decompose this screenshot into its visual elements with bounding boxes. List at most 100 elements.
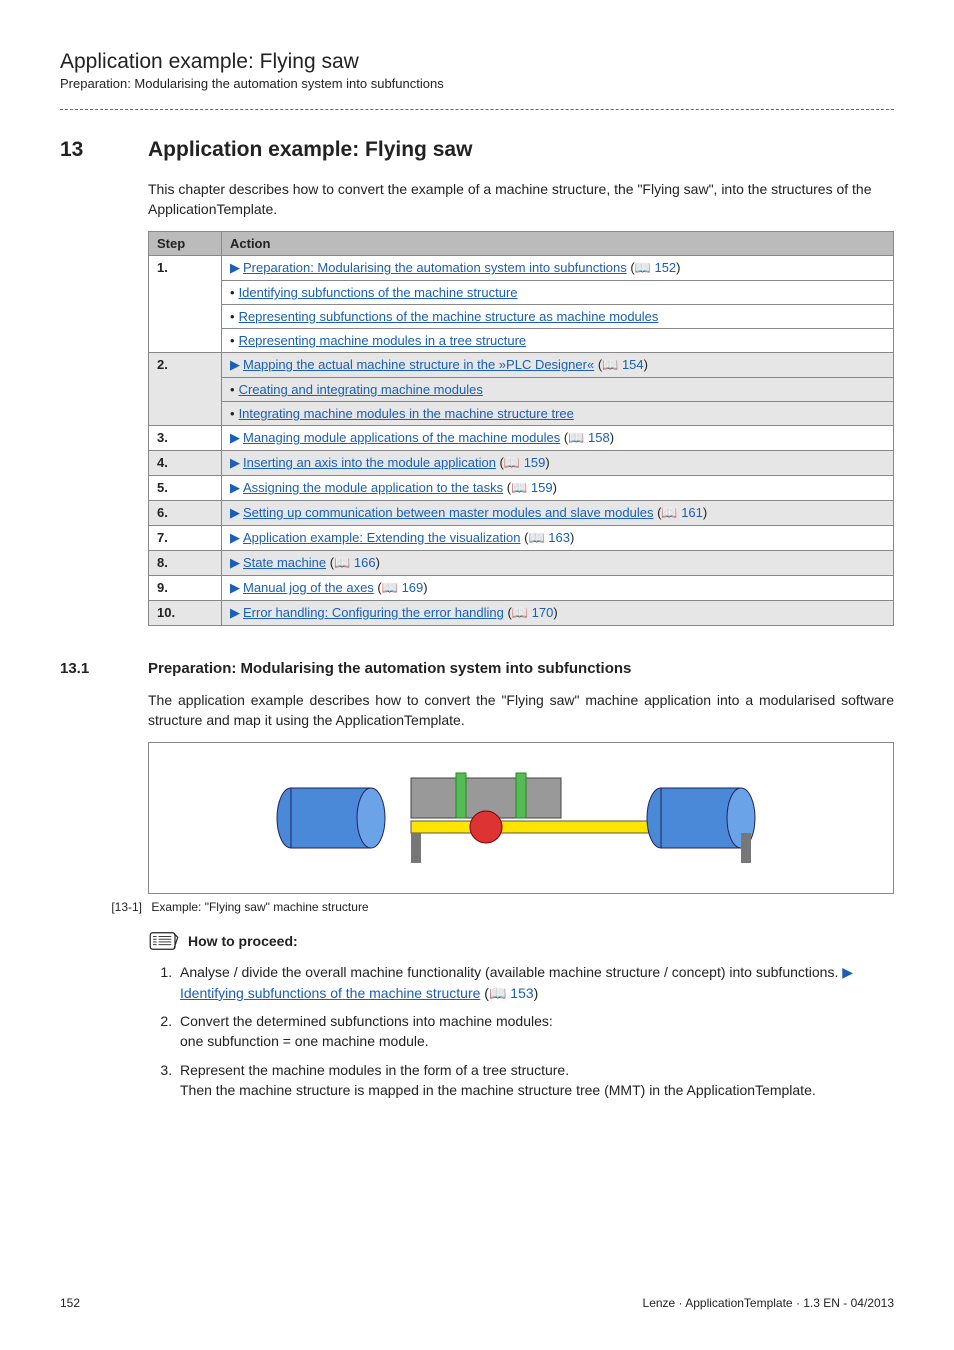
step-action: ▶Error handling: Configuring the error h… xyxy=(222,601,894,626)
triangle-icon: ▶ xyxy=(230,480,240,496)
step-number: 5. xyxy=(149,476,222,501)
figure-caption-text: Example: "Flying saw" machine structure xyxy=(151,900,368,914)
step-action: ▶Assigning the module application to the… xyxy=(222,476,894,501)
step-number: 8. xyxy=(149,551,222,576)
step-number: 10. xyxy=(149,601,222,626)
proceed-text: Convert the determined subfunctions into… xyxy=(180,1013,553,1049)
triangle-icon: ▶ xyxy=(230,580,240,596)
page-subtitle: Preparation: Modularising the automation… xyxy=(60,76,894,91)
step-link[interactable]: Creating and integrating machine modules xyxy=(239,382,483,397)
page-ref[interactable]: (📖 152) xyxy=(627,260,681,275)
page-ref[interactable]: (📖 153) xyxy=(480,985,538,1001)
subsection-title: Preparation: Modularising the automation… xyxy=(148,660,631,677)
subsection-intro: The application example describes how to… xyxy=(148,691,894,730)
page-ref[interactable]: (📖 169) xyxy=(374,580,428,595)
step-link[interactable]: Error handling: Configuring the error ha… xyxy=(243,605,504,620)
proceed-link[interactable]: Identifying subfunctions of the machine … xyxy=(180,985,480,1001)
step-link[interactable]: Preparation: Modularising the automation… xyxy=(243,260,627,275)
step-action: ▶Inserting an axis into the module appli… xyxy=(222,451,894,476)
page-ref[interactable]: (📖 161) xyxy=(653,505,707,520)
proceed-heading-row: How to proceed: xyxy=(148,930,894,952)
step-number: 4. xyxy=(149,451,222,476)
step-link[interactable]: Mapping the actual machine structure in … xyxy=(243,357,594,372)
step-action: • Identifying subfunctions of the machine… xyxy=(222,281,894,305)
step-number: 7. xyxy=(149,526,222,551)
triangle-icon: ▶ xyxy=(230,430,240,446)
triangle-icon: ▶ xyxy=(230,357,240,373)
page-ref[interactable]: (📖 154) xyxy=(594,357,648,372)
machine-diagram xyxy=(261,763,781,873)
bullet-icon: • xyxy=(230,309,235,324)
bullet-icon: • xyxy=(230,406,235,421)
step-action: ▶Preparation: Modularising the automatio… xyxy=(222,256,894,281)
step-link[interactable]: Integrating machine modules in the machi… xyxy=(239,406,574,421)
page-ref[interactable]: (📖 163) xyxy=(521,530,575,545)
steps-table: Step Action 1.▶Preparation: Modularising… xyxy=(148,231,894,626)
triangle-icon: ▶ xyxy=(230,505,240,521)
figure-label: [13-1] xyxy=(92,900,148,914)
page-ref[interactable]: (📖 158) xyxy=(560,430,614,445)
triangle-icon: ▶ xyxy=(230,455,240,471)
step-link[interactable]: Inserting an axis into the module applic… xyxy=(243,455,496,470)
step-action: • Creating and integrating machine module… xyxy=(222,378,894,402)
divider xyxy=(60,109,894,110)
step-action: • Representing machine modules in a tree … xyxy=(222,329,894,353)
bullet-icon: • xyxy=(230,382,235,397)
triangle-icon: ▶ xyxy=(842,962,853,982)
col-action-header: Action xyxy=(222,232,894,256)
section-title: Application example: Flying saw xyxy=(148,138,472,162)
proceed-list: Analyse / divide the overall machine fun… xyxy=(176,962,894,1100)
proceed-text: Represent the machine modules in the for… xyxy=(180,1062,816,1098)
subsection-number: 13.1 xyxy=(60,660,148,677)
bullet-icon: • xyxy=(230,333,235,348)
step-action: • Representing subfunctions of the machin… xyxy=(222,305,894,329)
step-link[interactable]: Identifying subfunctions of the machine … xyxy=(239,285,518,300)
section-header: 13 Application example: Flying saw xyxy=(60,138,894,162)
proceed-item: Represent the machine modules in the for… xyxy=(176,1060,894,1101)
footer-right: Lenze · ApplicationTemplate · 1.3 EN - 0… xyxy=(643,1296,894,1310)
step-action: ▶Manual jog of the axes (📖 169) xyxy=(222,576,894,601)
step-link[interactable]: State machine xyxy=(243,555,326,570)
step-action: ▶Application example: Extending the visu… xyxy=(222,526,894,551)
page-ref[interactable]: (📖 159) xyxy=(496,455,550,470)
proceed-heading: How to proceed: xyxy=(188,933,298,949)
section-number: 13 xyxy=(60,138,148,162)
step-number: 2. xyxy=(149,353,222,426)
step-number: 9. xyxy=(149,576,222,601)
step-action: • Integrating machine modules in the mach… xyxy=(222,402,894,426)
procedure-icon xyxy=(148,930,180,952)
page-footer: 152 Lenze · ApplicationTemplate · 1.3 EN… xyxy=(60,1296,894,1310)
triangle-icon: ▶ xyxy=(230,530,240,546)
step-number: 1. xyxy=(149,256,222,353)
subsection-header: 13.1 Preparation: Modularising the autom… xyxy=(60,660,894,677)
step-link[interactable]: Assigning the module application to the … xyxy=(243,480,503,495)
figure-box xyxy=(148,742,894,894)
page-title: Application example: Flying saw xyxy=(60,50,894,74)
bullet-icon: • xyxy=(230,285,235,300)
step-link[interactable]: Application example: Extending the visua… xyxy=(243,530,521,545)
step-link[interactable]: Setting up communication between master … xyxy=(243,505,653,520)
figure-caption: [13-1] Example: "Flying saw" machine str… xyxy=(148,900,894,914)
step-number: 3. xyxy=(149,426,222,451)
page-ref[interactable]: (📖 170) xyxy=(504,605,558,620)
proceed-item: Analyse / divide the overall machine fun… xyxy=(176,962,894,1003)
step-link[interactable]: Representing machine modules in a tree s… xyxy=(239,333,527,348)
triangle-icon: ▶ xyxy=(230,260,240,276)
page-number: 152 xyxy=(60,1296,80,1310)
proceed-text: Analyse / divide the overall machine fun… xyxy=(180,964,842,980)
step-action: ▶Managing module applications of the mac… xyxy=(222,426,894,451)
step-number: 6. xyxy=(149,501,222,526)
step-action: ▶Mapping the actual machine structure in… xyxy=(222,353,894,378)
triangle-icon: ▶ xyxy=(230,605,240,621)
step-link[interactable]: Representing subfunctions of the machine… xyxy=(239,309,659,324)
triangle-icon: ▶ xyxy=(230,555,240,571)
page-ref[interactable]: (📖 159) xyxy=(503,480,557,495)
step-link[interactable]: Managing module applications of the mach… xyxy=(243,430,560,445)
col-step-header: Step xyxy=(149,232,222,256)
section-intro: This chapter describes how to convert th… xyxy=(148,180,894,219)
step-link[interactable]: Manual jog of the axes xyxy=(243,580,374,595)
step-action: ▶Setting up communication between master… xyxy=(222,501,894,526)
proceed-item: Convert the determined subfunctions into… xyxy=(176,1011,894,1052)
page-ref[interactable]: (📖 166) xyxy=(326,555,380,570)
step-action: ▶State machine (📖 166) xyxy=(222,551,894,576)
